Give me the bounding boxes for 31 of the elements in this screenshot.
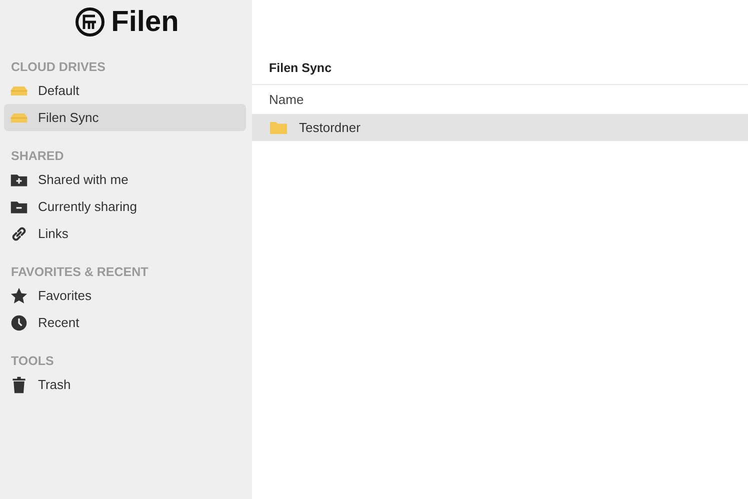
item-label: Currently sharing [38, 199, 137, 214]
sidebar-item[interactable]: Recent [4, 309, 246, 336]
sidebar-item[interactable]: Filen Sync [4, 104, 246, 131]
logo-text: Filen [111, 6, 179, 38]
file-name: Testordner [299, 120, 360, 135]
item-label: Trash [38, 377, 71, 392]
item-label: Default [38, 83, 80, 98]
section-heading: TOOLS [10, 353, 55, 370]
star-icon [10, 286, 28, 304]
file-row[interactable]: Testordner [252, 114, 748, 141]
folder-icon [270, 120, 287, 134]
sidebar-item[interactable]: Links [4, 220, 246, 247]
column-header[interactable]: Name [269, 92, 304, 107]
item-label: Shared with me [38, 172, 128, 187]
item-label: Links [38, 226, 68, 241]
section-heading: CLOUD DRIVES [10, 59, 106, 76]
trash-icon [10, 376, 28, 394]
section-heading: FAVORITES & RECENT [10, 264, 150, 281]
section-heading: SHARED [10, 148, 65, 165]
item-label: Recent [38, 315, 80, 330]
logo-icon [75, 7, 106, 37]
sidebar-item[interactable]: Trash [4, 371, 246, 398]
folder-title: Filen Sync [252, 58, 748, 85]
sidebar-item[interactable]: Favorites [4, 282, 246, 309]
sidebar-item[interactable]: Default [4, 77, 246, 104]
item-label: Filen Sync [38, 110, 99, 125]
link-icon [10, 224, 28, 242]
sidebar-item[interactable]: Currently sharing [4, 193, 246, 220]
item-label: Favorites [38, 288, 92, 303]
clock-icon [10, 314, 28, 332]
sidebar-item[interactable]: Shared with me [4, 166, 246, 193]
